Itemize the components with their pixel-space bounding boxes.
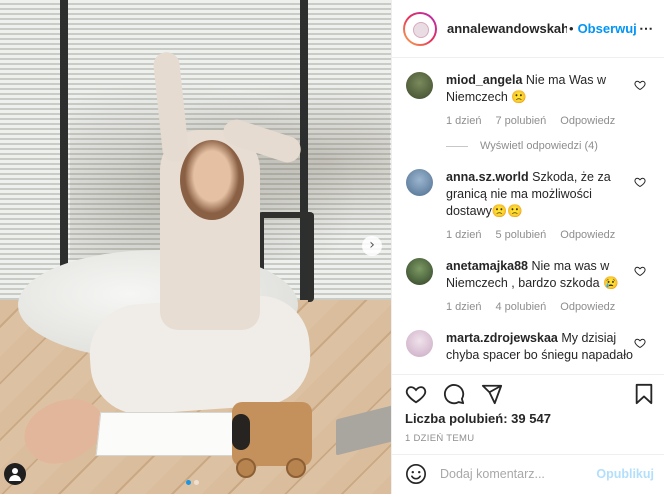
more-options-icon[interactable]: ⋯ (639, 20, 654, 37)
heart-icon[interactable] (405, 383, 427, 405)
author-username[interactable]: annalewandowskahpba (447, 21, 567, 36)
comment-likes[interactable]: 5 polubień (495, 229, 546, 241)
comment-heart-icon[interactable] (634, 337, 646, 349)
likes-count[interactable]: Liczba polubień: 39 547 (392, 411, 664, 426)
follow-button[interactable]: Obserwuj (578, 21, 637, 36)
carousel-next-button[interactable]: › (362, 236, 382, 256)
person-head (180, 140, 244, 220)
comment-time[interactable]: 1 dzień (446, 115, 481, 127)
reply-button[interactable]: Odpowiedz (560, 229, 615, 241)
comment-item: anetamajka88 Nie ma was w Niemczech , ba… (405, 258, 664, 313)
add-comment-bar: Dodaj komentarz... Opublikuj (392, 454, 664, 492)
toy-wheel (236, 458, 256, 478)
carousel-dots (186, 480, 199, 485)
comment-likes[interactable]: 4 polubień (495, 301, 546, 313)
comment-meta: 1 dzień 5 polubień Odpowiedz (446, 229, 636, 241)
comment-likes[interactable]: 7 polubień (495, 115, 546, 127)
reply-button[interactable]: Odpowiedz (560, 115, 615, 127)
author-avatar[interactable] (403, 11, 437, 46)
commenter-avatar[interactable] (406, 72, 433, 99)
comment-meta: 1 dzień 7 polubień Odpowiedz (446, 115, 636, 127)
view-replies-label: Wyświetl odpowiedzi (4) (480, 140, 598, 152)
post-header: annalewandowskahpba • Obserwuj ⋯ (392, 0, 664, 58)
header-separator: • (569, 21, 574, 36)
comment-time[interactable]: 1 dzień (446, 301, 481, 313)
carousel-dot (194, 480, 199, 485)
toy-wheel (286, 458, 306, 478)
comment-text: anna.sz.world Szkoda, że za granicą nie … (446, 169, 636, 220)
comment-item: marta.zdrojewskaa My dzisiaj chyba space… (405, 330, 664, 364)
post-photo[interactable]: › (0, 0, 391, 494)
reply-button[interactable]: Odpowiedz (560, 301, 615, 313)
view-replies-line (446, 145, 468, 147)
comment-text: marta.zdrojewskaa My dzisiaj chyba space… (446, 330, 636, 364)
post-date[interactable]: 1 DZIEŃ TEMU (392, 433, 664, 444)
comment-heart-icon[interactable] (634, 79, 646, 91)
commenter-avatar[interactable] (406, 258, 433, 285)
comment-heart-icon[interactable] (634, 265, 646, 277)
emoji-icon[interactable] (405, 463, 427, 485)
toy-ear (232, 414, 250, 450)
comments-list[interactable]: miod_angela Nie ma Was w Niemczech 🙁 1 d… (392, 58, 664, 374)
bookmark-icon[interactable] (634, 383, 654, 405)
comment-heart-icon[interactable] (634, 176, 646, 188)
commenter-username[interactable]: miod_angela (446, 73, 522, 87)
share-icon[interactable] (481, 383, 503, 405)
post-actions: Liczba polubień: 39 547 1 DZIEŃ TEMU Dod… (392, 374, 664, 490)
comment-item: miod_angela Nie ma Was w Niemczech 🙁 1 d… (405, 72, 664, 127)
comment-time[interactable]: 1 dzień (446, 229, 481, 241)
window-frame (60, 0, 68, 300)
carousel-dot-active (186, 480, 191, 485)
comment-icon[interactable] (443, 383, 465, 405)
user-tag-icon[interactable] (4, 463, 26, 485)
view-replies-button[interactable]: Wyświetl odpowiedzi (4) (446, 140, 664, 152)
commenter-username[interactable]: marta.zdrojewskaa (446, 331, 558, 345)
comment-item: anna.sz.world Szkoda, że za granicą nie … (405, 169, 664, 241)
comment-text: miod_angela Nie ma Was w Niemczech 🙁 (446, 72, 636, 106)
commenter-avatar[interactable] (406, 330, 433, 357)
commenter-username[interactable]: anna.sz.world (446, 170, 529, 184)
comment-meta: 1 dzień 4 polubień Odpowiedz (446, 301, 636, 313)
commenter-username[interactable]: anetamajka88 (446, 259, 528, 273)
commenter-avatar[interactable] (406, 169, 433, 196)
post-sidebar: annalewandowskahpba • Obserwuj ⋯ miod_an… (391, 0, 664, 494)
comment-text: anetamajka88 Nie ma was w Niemczech , ba… (446, 258, 636, 292)
notebook (95, 412, 251, 456)
action-icons (392, 375, 664, 413)
comment-input[interactable]: Dodaj komentarz... (440, 467, 545, 481)
post-comment-button[interactable]: Opublikuj (596, 467, 654, 481)
